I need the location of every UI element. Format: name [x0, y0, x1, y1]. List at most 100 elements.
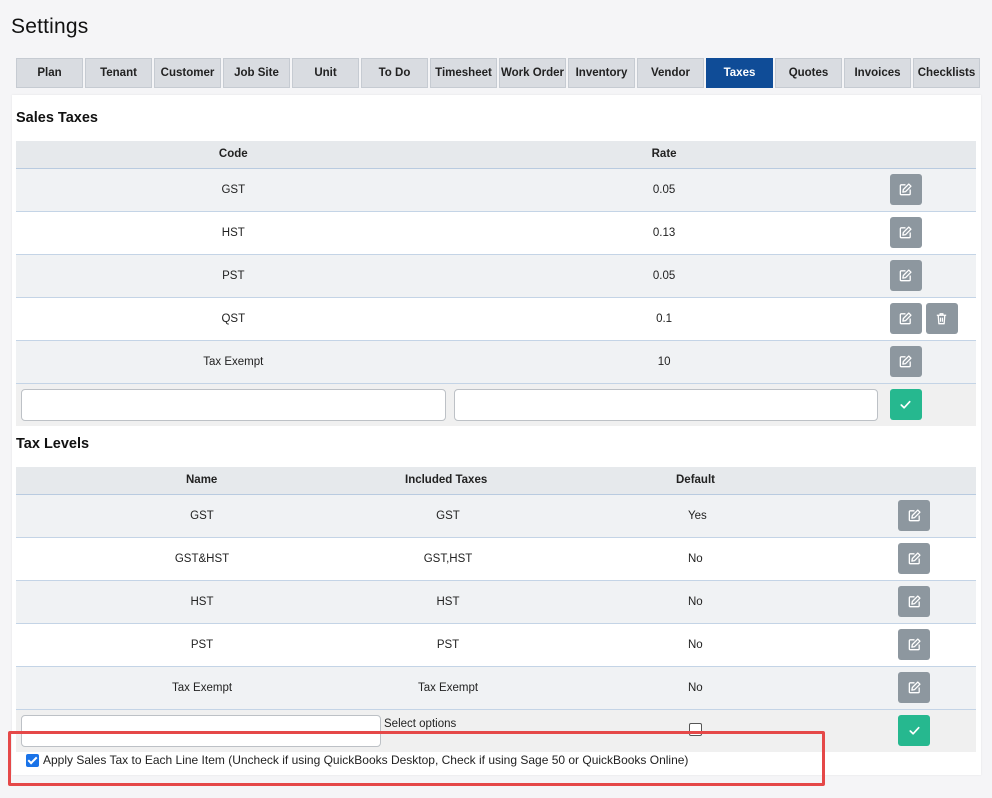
tab-job-site[interactable]: Job Site: [223, 58, 290, 88]
tab-plan[interactable]: Plan: [16, 58, 83, 88]
row-actions: [877, 254, 976, 298]
tax-code-cell: Tax Exempt: [16, 340, 451, 384]
tab-invoices[interactable]: Invoices: [844, 58, 911, 88]
tax-level-name-cell: PST: [16, 623, 388, 667]
tax-level-row: GST&HST GST,HST No: [16, 537, 976, 581]
tab-vendor[interactable]: Vendor: [637, 58, 704, 88]
tax-code-cell: GST: [16, 168, 451, 212]
sales-tax-row: Tax Exempt 10: [16, 340, 976, 384]
rate-column-header: Rate: [450, 141, 878, 169]
row-actions: [877, 211, 976, 255]
new-sales-tax-row: [16, 383, 976, 426]
edit-icon: [899, 355, 912, 368]
edit-icon: [908, 509, 921, 522]
sales-tax-row: HST 0.13: [16, 211, 976, 255]
tax-level-name-cell: GST&HST: [16, 537, 388, 581]
tab-tenant[interactable]: Tenant: [85, 58, 152, 88]
default-cell: No: [508, 580, 886, 624]
edit-sales-tax-button[interactable]: [889, 260, 922, 291]
edit-icon: [908, 681, 921, 694]
tab-quotes[interactable]: Quotes: [775, 58, 842, 88]
default-column-header: Default: [508, 467, 886, 495]
row-actions: [886, 623, 976, 667]
sales-tax-row: PST 0.05: [16, 254, 976, 298]
default-cell: No: [508, 623, 886, 667]
row-actions: [886, 666, 976, 710]
included-taxes-column-header: Included Taxes: [388, 467, 508, 495]
tax-code-cell: QST: [16, 297, 451, 341]
name-column-header: Name: [16, 467, 388, 495]
tax-level-name-cell: HST: [16, 580, 388, 624]
tax-code-cell: HST: [16, 211, 451, 255]
tab-work-order[interactable]: Work Order: [499, 58, 566, 88]
edit-sales-tax-button[interactable]: [889, 174, 922, 205]
tax-rate-cell: 0.13: [450, 211, 878, 255]
edit-tax-level-button[interactable]: [898, 672, 930, 703]
default-cell: Yes: [508, 494, 886, 538]
row-actions: [886, 494, 976, 538]
tab-unit[interactable]: Unit: [292, 58, 359, 88]
apply-sales-tax-option: Apply Sales Tax to Each Line Item (Unche…: [26, 753, 688, 767]
row-actions: [877, 297, 976, 341]
edit-icon: [908, 638, 921, 651]
included-taxes-select[interactable]: Select options: [384, 718, 456, 730]
edit-icon: [908, 552, 921, 565]
new-default-checkbox[interactable]: [689, 722, 702, 736]
sales-taxes-table: Code Rate GST 0.05 HST 0.13 PST 0.05 QST 0.1 Tax…: [16, 141, 976, 426]
tax-level-row: PST PST No: [16, 623, 976, 667]
edit-icon: [899, 312, 912, 325]
edit-icon: [908, 595, 921, 608]
new-tax-level-name-input[interactable]: [21, 714, 381, 747]
included-taxes-cell: GST,HST: [388, 537, 508, 581]
tax-rate-cell: 10: [450, 340, 878, 384]
edit-sales-tax-button[interactable]: [889, 217, 922, 248]
sales-tax-row: GST 0.05: [16, 168, 976, 212]
tax-rate-cell: 0.05: [450, 168, 878, 212]
row-actions: [877, 168, 976, 212]
page-title: Settings: [11, 15, 89, 38]
edit-icon: [899, 183, 912, 196]
tax-level-name-cell: GST: [16, 494, 388, 538]
tab-checklists[interactable]: Checklists: [913, 58, 980, 88]
edit-sales-tax-button[interactable]: [889, 303, 922, 334]
edit-tax-level-button[interactable]: [898, 543, 930, 574]
tab-to-do[interactable]: To Do: [361, 58, 428, 88]
row-actions: [886, 580, 976, 624]
edit-tax-level-button[interactable]: [898, 586, 930, 617]
new-tax-rate-input[interactable]: [453, 388, 878, 421]
tab-customer[interactable]: Customer: [154, 58, 221, 88]
tax-rate-cell: 0.1: [450, 297, 878, 341]
settings-tabs: Plan Tenant Customer Job Site Unit To Do Times…: [16, 58, 980, 88]
included-taxes-cell: GST: [388, 494, 508, 538]
edit-icon: [899, 226, 912, 239]
sales-taxes-header-row: Code Rate: [16, 141, 976, 169]
tax-levels-header-row: Name Included Taxes Default: [16, 467, 976, 495]
add-sales-tax-button[interactable]: [889, 389, 922, 421]
tab-taxes[interactable]: Taxes: [706, 58, 773, 88]
sales-tax-row: QST 0.1: [16, 297, 976, 341]
trash-icon: [936, 313, 947, 325]
tax-level-row: GST GST Yes: [16, 494, 976, 538]
tax-code-cell: PST: [16, 254, 451, 298]
edit-tax-level-button[interactable]: [898, 500, 930, 531]
apply-sales-tax-checkbox[interactable]: [26, 753, 39, 767]
edit-sales-tax-button[interactable]: [889, 346, 922, 377]
tab-timesheet[interactable]: Timesheet: [430, 58, 497, 88]
included-taxes-cell: Tax Exempt: [388, 666, 508, 710]
check-icon: [900, 401, 911, 409]
edit-tax-level-button[interactable]: [898, 629, 930, 660]
apply-sales-tax-label: Apply Sales Tax to Each Line Item (Unche…: [43, 753, 689, 767]
delete-sales-tax-button[interactable]: [925, 303, 958, 334]
sales-taxes-title: Sales Taxes: [16, 110, 98, 126]
row-actions: [886, 537, 976, 581]
code-column-header: Code: [16, 141, 451, 169]
new-tax-code-input[interactable]: [21, 388, 446, 421]
tax-levels-table: Name Included Taxes Default GST GST Yes GST…: [16, 467, 976, 752]
edit-icon: [899, 269, 912, 282]
add-tax-level-button[interactable]: [898, 715, 930, 747]
check-icon: [908, 727, 920, 735]
tab-inventory[interactable]: Inventory: [568, 58, 635, 88]
tax-level-name-cell: Tax Exempt: [16, 666, 388, 710]
actions-column-header: [877, 141, 976, 169]
tax-level-row: HST HST No: [16, 580, 976, 624]
